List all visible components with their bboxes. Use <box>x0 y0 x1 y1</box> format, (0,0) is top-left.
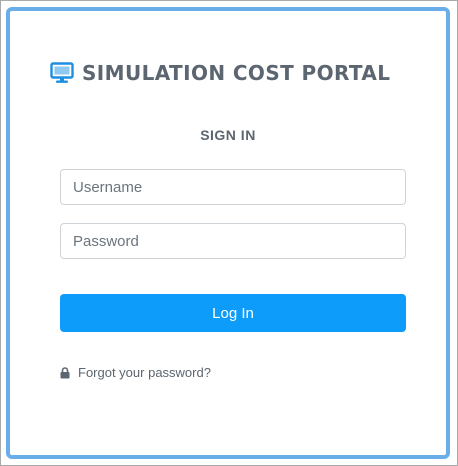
login-card: SIMULATION COST PORTAL SIGN IN Log In Fo… <box>6 7 450 459</box>
password-input[interactable] <box>60 223 406 259</box>
brand-header: SIMULATION COST PORTAL <box>50 61 390 85</box>
login-button[interactable]: Log In <box>60 294 406 332</box>
app-title: SIMULATION COST PORTAL <box>82 61 391 85</box>
sign-in-heading: SIGN IN <box>200 127 256 143</box>
window-frame: SIMULATION COST PORTAL SIGN IN Log In Fo… <box>0 0 458 466</box>
lock-icon <box>60 366 70 379</box>
forgot-password-link[interactable]: Forgot your password? <box>60 365 211 380</box>
username-input[interactable] <box>60 169 406 205</box>
forgot-password-label: Forgot your password? <box>78 365 211 380</box>
monitor-icon <box>50 62 74 84</box>
